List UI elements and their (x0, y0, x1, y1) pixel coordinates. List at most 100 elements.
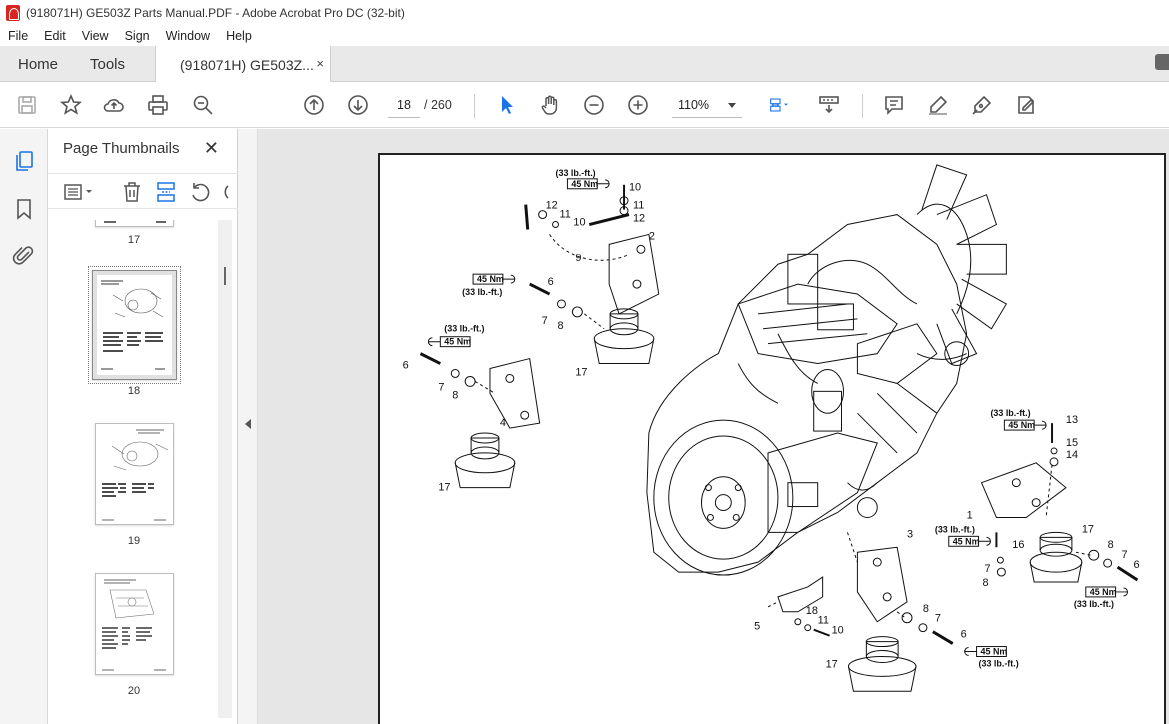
zoom-search-icon[interactable] (190, 92, 216, 118)
callout-8: 8 (983, 577, 989, 589)
document-canvas[interactable]: (33 lb.-ft.) 45 Nm 45 Nm (33 lb.-ft.) (3… (258, 129, 1169, 724)
insert-page-icon[interactable] (154, 180, 178, 204)
callout-7: 7 (985, 563, 991, 575)
menu-view[interactable]: View (74, 29, 117, 43)
callout-8: 8 (923, 603, 929, 615)
previous-page-icon[interactable] (301, 92, 327, 118)
callout-5: 5 (754, 621, 760, 633)
close-tab-icon[interactable]: × (316, 56, 324, 71)
torque-lbft-label: (33 lb.-ft.) (444, 324, 484, 334)
highlight-pen-icon[interactable] (925, 92, 951, 118)
comment-bubble-icon[interactable] (1155, 54, 1169, 70)
callout-12: 12 (633, 213, 645, 225)
torque-nm-label: 45 Nm (571, 179, 598, 189)
callout-11: 11 (818, 615, 829, 627)
tab-tools[interactable]: Tools (90, 46, 125, 82)
torque-nm-label: 45 Nm (1008, 420, 1035, 430)
callout-16: 16 (1012, 539, 1024, 551)
callout-14: 14 (1066, 449, 1078, 461)
zoom-level-value: 110% (678, 98, 710, 112)
thumbnails-panel: Page Thumbnails ✕ 17 18 19 20 (48, 129, 238, 724)
torque-nm-label: 45 Nm (953, 536, 980, 546)
bookmark-star-icon[interactable] (58, 92, 84, 118)
close-panel-icon[interactable]: ✕ (204, 138, 219, 159)
callout-8: 8 (1108, 539, 1114, 551)
menu-sign[interactable]: Sign (117, 29, 158, 43)
thumbnail-page-number: 18 (127, 385, 141, 397)
callout-3: 3 (907, 528, 913, 540)
thumbnail-options-icon[interactable] (62, 180, 98, 204)
callout-13: 13 (1066, 414, 1078, 426)
zoom-level-select[interactable]: 110% (672, 92, 742, 118)
page-thumbnail-selected[interactable] (88, 266, 181, 384)
callout-12: 12 (546, 200, 558, 212)
torque-lbft-label: (33 lb.-ft.) (990, 408, 1030, 418)
pdf-page: (33 lb.-ft.) 45 Nm 45 Nm (33 lb.-ft.) (3… (378, 153, 1166, 724)
scroll-mode-icon[interactable] (816, 92, 842, 118)
draw-sign-icon[interactable] (969, 92, 995, 118)
callout-9: 9 (575, 252, 581, 264)
page-thumbnails-icon[interactable] (12, 149, 36, 173)
menu-bar: File Edit View Sign Window Help (0, 26, 1169, 46)
menu-edit[interactable]: Edit (36, 29, 74, 43)
delete-page-icon[interactable] (120, 180, 144, 204)
thumbnail-scrollbar[interactable] (218, 220, 232, 718)
cloud-upload-icon[interactable] (101, 92, 127, 118)
comment-icon[interactable] (881, 92, 907, 118)
menu-window[interactable]: Window (158, 29, 218, 43)
page-thumbnail[interactable] (95, 220, 174, 227)
more-tools-icon[interactable] (220, 180, 230, 204)
fill-sign-icon[interactable] (1013, 92, 1039, 118)
callout-7: 7 (542, 315, 548, 327)
attachment-icon[interactable] (12, 243, 36, 267)
hand-tool-icon[interactable] (537, 92, 563, 118)
print-icon[interactable] (145, 92, 171, 118)
acrobat-logo-icon (6, 5, 20, 21)
panel-toolbar (48, 173, 238, 209)
panel-collapse-handle[interactable] (238, 129, 258, 724)
tab-home[interactable]: Home (18, 46, 58, 82)
callout-7: 7 (438, 381, 444, 393)
page-total: / 260 (424, 98, 452, 112)
zoom-out-icon[interactable] (581, 92, 607, 118)
callout-8: 8 (452, 389, 458, 401)
torque-nm-label: 45 Nm (981, 647, 1008, 657)
callout-8: 8 (558, 320, 564, 332)
next-page-icon[interactable] (345, 92, 371, 118)
zoom-in-icon[interactable] (625, 92, 651, 118)
thumbnail-scrollbar-thumb[interactable] (224, 267, 226, 285)
tab-document[interactable]: (918071H) GE503Z... × (155, 46, 331, 83)
page-fit-icon[interactable] (762, 92, 798, 118)
toolbar-divider (862, 94, 863, 118)
callout-18: 18 (806, 605, 818, 617)
callout-17: 17 (1082, 523, 1094, 535)
page-number-input[interactable]: 18 (388, 92, 420, 118)
torque-lbft-label: (33 lb.-ft.) (979, 658, 1019, 668)
page-thumbnail[interactable] (95, 423, 174, 525)
menu-help[interactable]: Help (218, 29, 260, 43)
page-thumbnail[interactable] (95, 573, 174, 675)
torque-lbft-label: (33 lb.-ft.) (935, 524, 975, 534)
rotate-page-icon[interactable] (188, 180, 212, 204)
callout-1: 1 (967, 509, 973, 521)
window-title: (918071H) GE503Z Parts Manual.PDF - Adob… (26, 6, 405, 20)
bookmark-icon[interactable] (12, 197, 36, 221)
thumbnail-page-number: 19 (127, 535, 141, 547)
menu-file[interactable]: File (0, 29, 36, 43)
panel-title: Page Thumbnails (63, 140, 180, 157)
callout-11: 11 (559, 209, 570, 221)
toolbar-divider (474, 94, 475, 118)
callout-10: 10 (573, 217, 585, 229)
save-icon[interactable] (14, 92, 40, 118)
engine-exploded-diagram: (33 lb.-ft.) 45 Nm 45 Nm (33 lb.-ft.) (3… (403, 164, 1140, 692)
torque-nm-label: 45 Nm (477, 274, 504, 284)
thumbnail-list: 17 18 19 20 (48, 220, 226, 720)
callout-11: 11 (633, 200, 644, 212)
tab-bar: Home Tools (918071H) GE503Z... × (0, 46, 1169, 83)
collapse-arrow-icon (245, 419, 251, 429)
navigation-rail (0, 129, 48, 724)
select-cursor-icon[interactable] (494, 92, 520, 118)
title-bar: (918071H) GE503Z Parts Manual.PDF - Adob… (0, 0, 1169, 26)
torque-nm-label: 45 Nm (444, 337, 471, 347)
callout-17: 17 (438, 482, 450, 494)
